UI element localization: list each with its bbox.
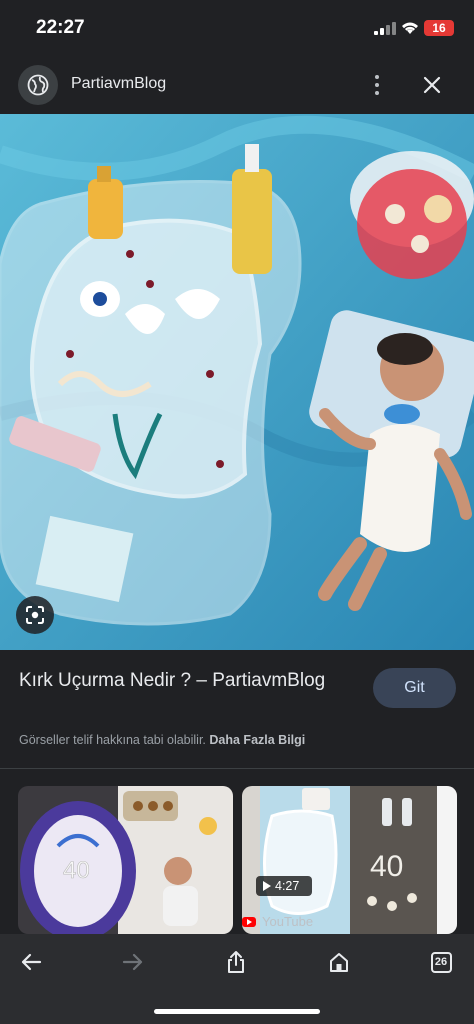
- status-time: 22:27: [36, 17, 85, 38]
- signal-icon: [374, 22, 396, 35]
- share-icon[interactable]: [216, 946, 256, 978]
- tabs-count: 26: [430, 951, 452, 973]
- main-image-illustration: [0, 114, 474, 650]
- viewer-header: PartiavmBlog: [0, 56, 474, 114]
- result-title[interactable]: Kırk Uçurma Nedir ? – PartiavmBlog: [19, 667, 349, 694]
- video-duration: 4:27: [256, 876, 312, 896]
- globe-icon[interactable]: [18, 65, 58, 105]
- svg-text:40: 40: [63, 857, 90, 884]
- divider: [0, 768, 474, 769]
- related-image-2[interactable]: 40: [242, 786, 457, 934]
- copyright-notice: Görseller telif hakkına tabi olabilir. D…: [19, 733, 305, 747]
- tabs-button[interactable]: 26: [421, 946, 461, 978]
- wifi-icon: [402, 22, 418, 34]
- back-arrow-icon[interactable]: [11, 946, 51, 978]
- source-label: YouTube: [262, 914, 314, 929]
- forward-arrow-icon[interactable]: [113, 946, 153, 978]
- go-button[interactable]: Git: [373, 668, 456, 708]
- lens-icon[interactable]: [16, 596, 54, 634]
- close-icon[interactable]: [418, 70, 446, 100]
- site-title[interactable]: PartiavmBlog: [71, 75, 166, 93]
- main-image[interactable]: [0, 114, 474, 650]
- home-indicator: [154, 1009, 320, 1014]
- youtube-source[interactable]: YouTube: [242, 914, 313, 929]
- copyright-text: Görseller telif hakkına tabi olabilir.: [19, 733, 206, 747]
- more-vert-icon[interactable]: [366, 70, 388, 100]
- more-info-link[interactable]: Daha Fazla Bilgi: [209, 733, 305, 747]
- status-bar: 22:27 16: [0, 0, 474, 56]
- related-image-1[interactable]: 40: [18, 786, 233, 934]
- svg-text:40: 40: [370, 850, 403, 883]
- home-icon[interactable]: [319, 946, 359, 978]
- youtube-icon: [242, 916, 256, 927]
- battery-indicator: 16: [424, 20, 454, 36]
